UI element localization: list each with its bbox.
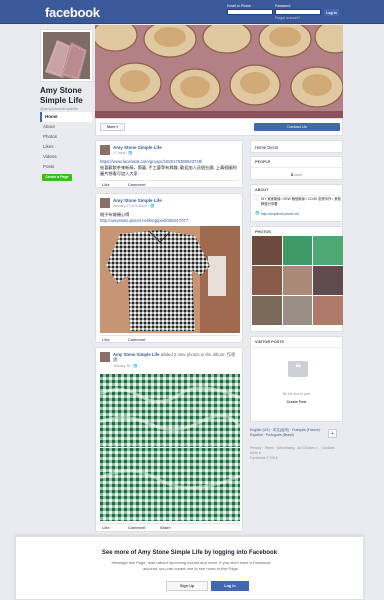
post-actions: Like Comment — [100, 180, 238, 187]
footer-links[interactable]: Privacy · Terms · Advertising · Ad Choic… — [250, 446, 343, 451]
about-text: DIY 家家新緣 / SEW 裁縫新緣 / COOK 廚房手作 / 其他教做分享… — [261, 197, 341, 206]
post-timestamp[interactable]: January 26 · 🌐 — [113, 364, 138, 368]
comment-button[interactable]: Comment — [128, 183, 146, 187]
login-prompt: See more of Amy Stone Simple Life by log… — [15, 536, 364, 600]
info-icon: ⓘ — [255, 197, 259, 201]
photo-thumbnail[interactable] — [282, 266, 313, 295]
about-title: ABOUT — [251, 185, 342, 196]
post-photo[interactable] — [100, 448, 240, 521]
language-selector: English (US) · 中文(台灣) · Français (France… — [250, 428, 343, 448]
visitor-text: Be the first to post — [282, 392, 311, 396]
post-photo[interactable] — [100, 226, 240, 333]
post-card: Amy Stone Simple Life January 27 at 5:45… — [95, 193, 243, 343]
page-name[interactable]: Amy Stone Simple Life — [40, 86, 83, 106]
page-nav: Home About Photos Likes Videos Posts — [40, 112, 92, 172]
post-text: https://www.facebook.com/groups/18201753… — [100, 159, 240, 177]
post-actions: Like Comment Share — [100, 523, 238, 531]
quote-icon: ❝ — [288, 361, 308, 377]
photo-thumbnail[interactable] — [252, 266, 282, 295]
more-button[interactable]: More ▾ — [100, 123, 125, 131]
post-timestamp[interactable]: January 27 at 5:45pm · 🌐 — [113, 204, 154, 208]
like-button[interactable]: Like — [102, 338, 110, 342]
post-photo[interactable] — [100, 374, 240, 447]
people-card: PEOPLE 5 likes — [250, 156, 343, 180]
photos-card: PHOTOS — [250, 226, 343, 332]
facebook-logo[interactable]: facebook — [45, 5, 100, 20]
photo-thumbnail[interactable] — [313, 236, 343, 265]
photo-thumbnail[interactable] — [252, 236, 282, 265]
like-button[interactable]: Like — [102, 526, 110, 530]
copyright: Facebook © 2018 — [250, 456, 278, 460]
visitor-posts-card: VISITOR POSTS ❝ Be the first to post Cre… — [250, 336, 343, 422]
category-card: Home Decor — [250, 140, 343, 153]
photo-thumbnail[interactable] — [282, 236, 313, 265]
post-actions: Like Comment — [100, 335, 238, 342]
share-button[interactable]: Share — [160, 526, 171, 530]
password-label: Password — [275, 4, 291, 8]
nav-item-posts[interactable]: Posts — [40, 162, 92, 172]
page-profile-picture[interactable] — [40, 29, 93, 82]
post-card: Amy Stone Simple Life added 2 new photos… — [95, 347, 243, 532]
login-prompt-text: Message this Page, learn about upcoming … — [111, 560, 271, 571]
post-link[interactable]: http://amystone.pixnet.net/blog/post/381… — [100, 218, 240, 224]
login-prompt-title: See more of Amy Stone Simple Life by log… — [101, 550, 278, 556]
photo-grid — [252, 236, 343, 325]
post-author[interactable]: Amy Stone Simple Life — [113, 352, 160, 357]
cover-photo[interactable] — [95, 25, 343, 118]
post-avatar[interactable] — [100, 198, 110, 208]
contact-us-button[interactable]: Contact Us — [254, 123, 340, 131]
create-page-button[interactable]: Create a Page — [42, 174, 72, 181]
post-author[interactable]: Amy Stone Simple Life — [113, 145, 162, 150]
nav-item-home[interactable]: Home — [40, 112, 92, 122]
photo-thumbnail[interactable] — [313, 266, 343, 295]
about-link[interactable]: http://amystone.pixnet.net — [261, 212, 299, 216]
photo-thumbnail[interactable] — [252, 296, 282, 325]
nav-item-likes[interactable]: Likes — [40, 142, 92, 152]
comment-button[interactable]: Comment — [128, 526, 146, 530]
people-title: PEOPLE — [251, 157, 342, 168]
top-bar: facebook Email or Phone Password Forgot … — [0, 0, 384, 24]
like-button[interactable]: Like — [102, 183, 110, 187]
photo-thumbnail[interactable] — [313, 296, 343, 325]
create-post-button[interactable]: Create Post — [251, 400, 342, 404]
visitor-posts-title: VISITOR POSTS — [251, 337, 342, 348]
password-field[interactable] — [275, 9, 321, 15]
page-handle: @amystonesimplelife — [40, 106, 79, 111]
forgot-account-link[interactable]: Forgot account? — [275, 16, 300, 20]
email-field[interactable] — [227, 9, 273, 15]
photo-thumbnail[interactable] — [282, 296, 313, 325]
post-text: 格子布做襯心得 http://amystone.pixnet.net/blog/… — [100, 212, 240, 224]
post-author[interactable]: Amy Stone Simple Life — [113, 198, 162, 203]
nav-item-about[interactable]: About — [40, 122, 92, 132]
post-card: Amy Stone Simple Life 27 mins · 🌐 https:… — [95, 140, 243, 188]
page-category[interactable]: Home Decor — [251, 141, 342, 154]
post-avatar[interactable] — [100, 352, 110, 362]
login-button[interactable]: Log In — [211, 581, 249, 591]
post-header: Amy Stone Simple Life added 2 new photos… — [113, 352, 238, 362]
globe-icon: 🌐 — [255, 211, 260, 215]
nav-item-videos[interactable]: Videos — [40, 152, 92, 162]
page-action-bar: More ▾ Contact Us — [95, 118, 343, 136]
sign-up-button[interactable]: Sign Up — [166, 581, 208, 591]
post-avatar[interactable] — [100, 145, 110, 155]
add-language-button[interactable]: + — [328, 429, 337, 438]
about-card: ABOUT ⓘ DIY 家家新緣 / SEW 裁縫新緣 / COOK 廚房手作 … — [250, 184, 343, 222]
email-label: Email or Phone — [227, 4, 251, 8]
likes-count: 5 likes — [290, 172, 303, 177]
footer: Privacy · Terms · Advertising · Ad Choic… — [250, 446, 343, 461]
comment-button[interactable]: Comment — [128, 338, 146, 342]
nav-item-photos[interactable]: Photos — [40, 132, 92, 142]
post-timestamp[interactable]: 27 mins · 🌐 — [113, 151, 133, 155]
login-button[interactable]: Log In — [324, 9, 339, 16]
